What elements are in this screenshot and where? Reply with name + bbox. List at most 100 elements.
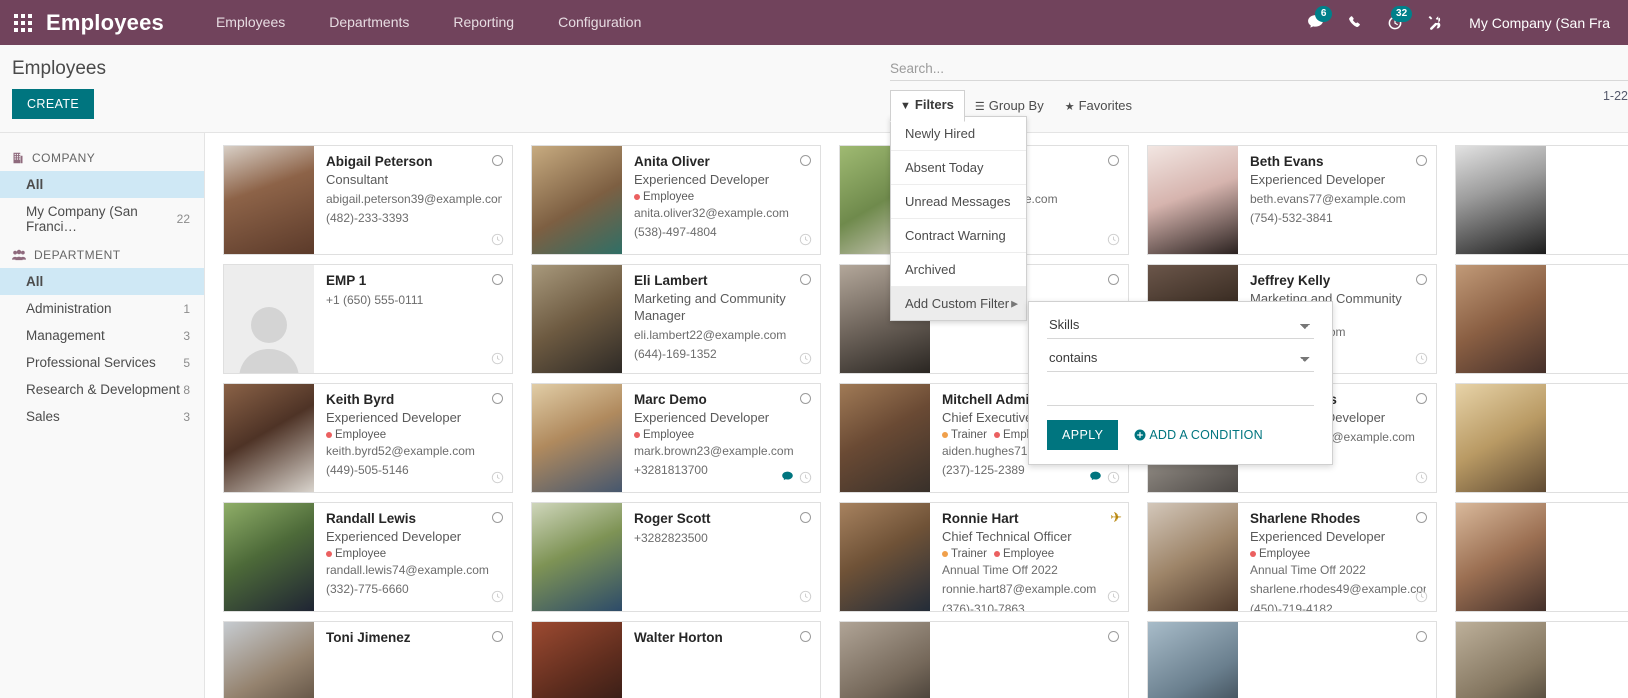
favorites-button[interactable]: ★ Favorites (1055, 91, 1143, 122)
filter-item-archived[interactable]: Archived (891, 253, 1026, 287)
employee-card[interactable]: Walter Horton (531, 621, 821, 698)
activity-clock-icon[interactable] (1415, 352, 1428, 368)
add-a-condition-button[interactable]: ADD A CONDITION (1134, 428, 1263, 442)
kanban-card-menu-toggle[interactable] (1416, 512, 1427, 523)
tag-dot-icon (994, 431, 1000, 438)
employee-email: sharlene.rhodes49@example.com (1250, 582, 1426, 597)
custom-filter-operator-select[interactable]: contains (1047, 345, 1314, 372)
activity-clock-icon[interactable] (1107, 233, 1120, 249)
employee-card[interactable] (839, 621, 1129, 698)
employee-card[interactable]: Keith Byrd Experienced Developer Employee k… (223, 383, 513, 493)
activity-clock-icon[interactable] (491, 352, 504, 368)
current-company-label[interactable]: My Company (San Fra (1455, 15, 1624, 31)
employee-email: anita.oliver32@example.com (634, 205, 789, 220)
tools-icon[interactable] (1415, 0, 1455, 45)
filter-item-absent-today[interactable]: Absent Today (891, 151, 1026, 185)
employee-card[interactable]: Marc Demo Experienced Developer Employee ma… (531, 383, 821, 493)
menu-item-configuration[interactable]: Configuration (536, 0, 663, 45)
employee-card[interactable] (1455, 145, 1628, 255)
kanban-card-menu-toggle[interactable] (800, 512, 811, 523)
sidebar-department-research-development[interactable]: Research & Development 8 (0, 376, 204, 403)
activity-clock-icon[interactable] (491, 471, 504, 487)
employee-card[interactable]: Randall Lewis Experienced Developer Employ… (223, 502, 513, 612)
employee-card[interactable] (1455, 383, 1628, 493)
activity-clock-icon[interactable] (1107, 590, 1120, 606)
sidebar-company-all[interactable]: All (0, 171, 204, 198)
activity-clock-icon[interactable] (799, 590, 812, 606)
employee-card[interactable] (1455, 264, 1628, 374)
sidebar-department-administration[interactable]: Administration 1 (0, 295, 204, 322)
sidebar-department-professional-services[interactable]: Professional Services 5 (0, 349, 204, 376)
sidebar-department-professional-services-count: 5 (183, 355, 190, 370)
menu-item-departments[interactable]: Departments (307, 0, 431, 45)
chat-bubble-icon[interactable] (1089, 470, 1102, 486)
chat-bubble-icon[interactable] (781, 470, 794, 486)
employee-card[interactable]: EMP 1 +1 (650) 555-0111 (223, 264, 513, 374)
kanban-card-menu-toggle[interactable] (492, 274, 503, 285)
activity-clock-icon[interactable] (491, 590, 504, 606)
employee-card[interactable]: Toni Jimenez (223, 621, 513, 698)
kanban-card-menu-toggle[interactable] (1416, 393, 1427, 404)
employee-card[interactable]: Roger Scott +3282823500 (531, 502, 821, 612)
employee-card[interactable] (1455, 502, 1628, 612)
kanban-card-menu-toggle[interactable] (800, 274, 811, 285)
employee-card[interactable] (1147, 621, 1437, 698)
employee-avatar-image (224, 146, 314, 254)
apps-grid-icon[interactable] (0, 13, 46, 32)
activities-clock-icon[interactable]: 32 (1375, 0, 1415, 45)
employee-card-body (1546, 265, 1628, 373)
employee-tag-label: Trainer (951, 428, 987, 441)
tag-dot-icon (326, 550, 332, 557)
kanban-card-menu-toggle[interactable] (1108, 274, 1119, 285)
activity-clock-icon[interactable] (491, 233, 504, 249)
sidebar-department-sales[interactable]: Sales 3 (0, 403, 204, 430)
filter-item-contract-warning[interactable]: Contract Warning (891, 219, 1026, 253)
filters-button[interactable]: ▼ Filters (890, 90, 965, 122)
kanban-card-menu-toggle[interactable] (1108, 155, 1119, 166)
employee-card[interactable]: Sharlene Rhodes Experienced Developer Empl… (1147, 502, 1437, 612)
filter-item-add-custom-filter[interactable]: Add Custom Filter ▶ (891, 287, 1026, 320)
kanban-card-menu-toggle[interactable] (492, 393, 503, 404)
create-button[interactable]: CREATE (12, 89, 95, 119)
employee-card[interactable]: Beth Evans Experienced Developer beth.evan… (1147, 145, 1437, 255)
employee-avatar (840, 622, 930, 698)
pager-label[interactable]: 1-22 (1603, 89, 1628, 103)
menu-item-reporting[interactable]: Reporting (431, 0, 536, 45)
messages-icon[interactable]: 6 (1295, 0, 1335, 45)
sidebar-company-my-company[interactable]: My Company (San Franci… 22 (0, 198, 204, 240)
employee-card[interactable]: Eli Lambert Marketing and Community Manag… (531, 264, 821, 374)
employee-name: Roger Scott (634, 511, 711, 526)
apply-button[interactable]: APPLY (1047, 420, 1119, 450)
kanban-card-menu-toggle[interactable] (1416, 631, 1427, 642)
activity-clock-icon[interactable] (799, 233, 812, 249)
kanban-card-menu-toggle[interactable] (492, 512, 503, 523)
filter-item-unread-messages[interactable]: Unread Messages (891, 185, 1026, 219)
kanban-card-menu-toggle[interactable] (492, 631, 503, 642)
activity-clock-icon[interactable] (1415, 590, 1428, 606)
search-input[interactable] (890, 61, 1510, 76)
custom-filter-value-input[interactable] (1047, 378, 1314, 406)
custom-filter-field-select[interactable]: Skills (1047, 312, 1314, 339)
phone-icon[interactable] (1335, 0, 1375, 45)
kanban-card-menu-toggle[interactable] (492, 155, 503, 166)
kanban-card-menu-toggle[interactable] (1416, 274, 1427, 285)
sidebar-department-management[interactable]: Management 3 (0, 322, 204, 349)
kanban-card-menu-toggle[interactable] (1416, 155, 1427, 166)
kanban-card-menu-toggle[interactable] (800, 631, 811, 642)
employee-card[interactable]: Abigail Peterson Consultant abigail.peters… (223, 145, 513, 255)
sidebar-department-all[interactable]: All (0, 268, 204, 295)
employee-avatar (532, 265, 622, 373)
activity-clock-icon[interactable] (799, 352, 812, 368)
menu-item-employees[interactable]: Employees (194, 0, 307, 45)
activity-clock-icon[interactable] (799, 471, 812, 487)
employee-card[interactable]: Ronnie Hart Chief Technical Officer Traine… (839, 502, 1129, 612)
employee-card[interactable]: Anita Oliver Experienced Developer Employe… (531, 145, 821, 255)
kanban-card-menu-toggle[interactable] (800, 155, 811, 166)
kanban-card-menu-toggle[interactable] (800, 393, 811, 404)
kanban-card-menu-toggle[interactable] (1108, 631, 1119, 642)
filter-item-newly-hired[interactable]: Newly Hired (891, 117, 1026, 151)
activity-clock-icon[interactable] (1107, 471, 1120, 487)
employee-card[interactable] (1455, 621, 1628, 698)
messages-badge: 6 (1315, 6, 1333, 22)
activity-clock-icon[interactable] (1415, 471, 1428, 487)
